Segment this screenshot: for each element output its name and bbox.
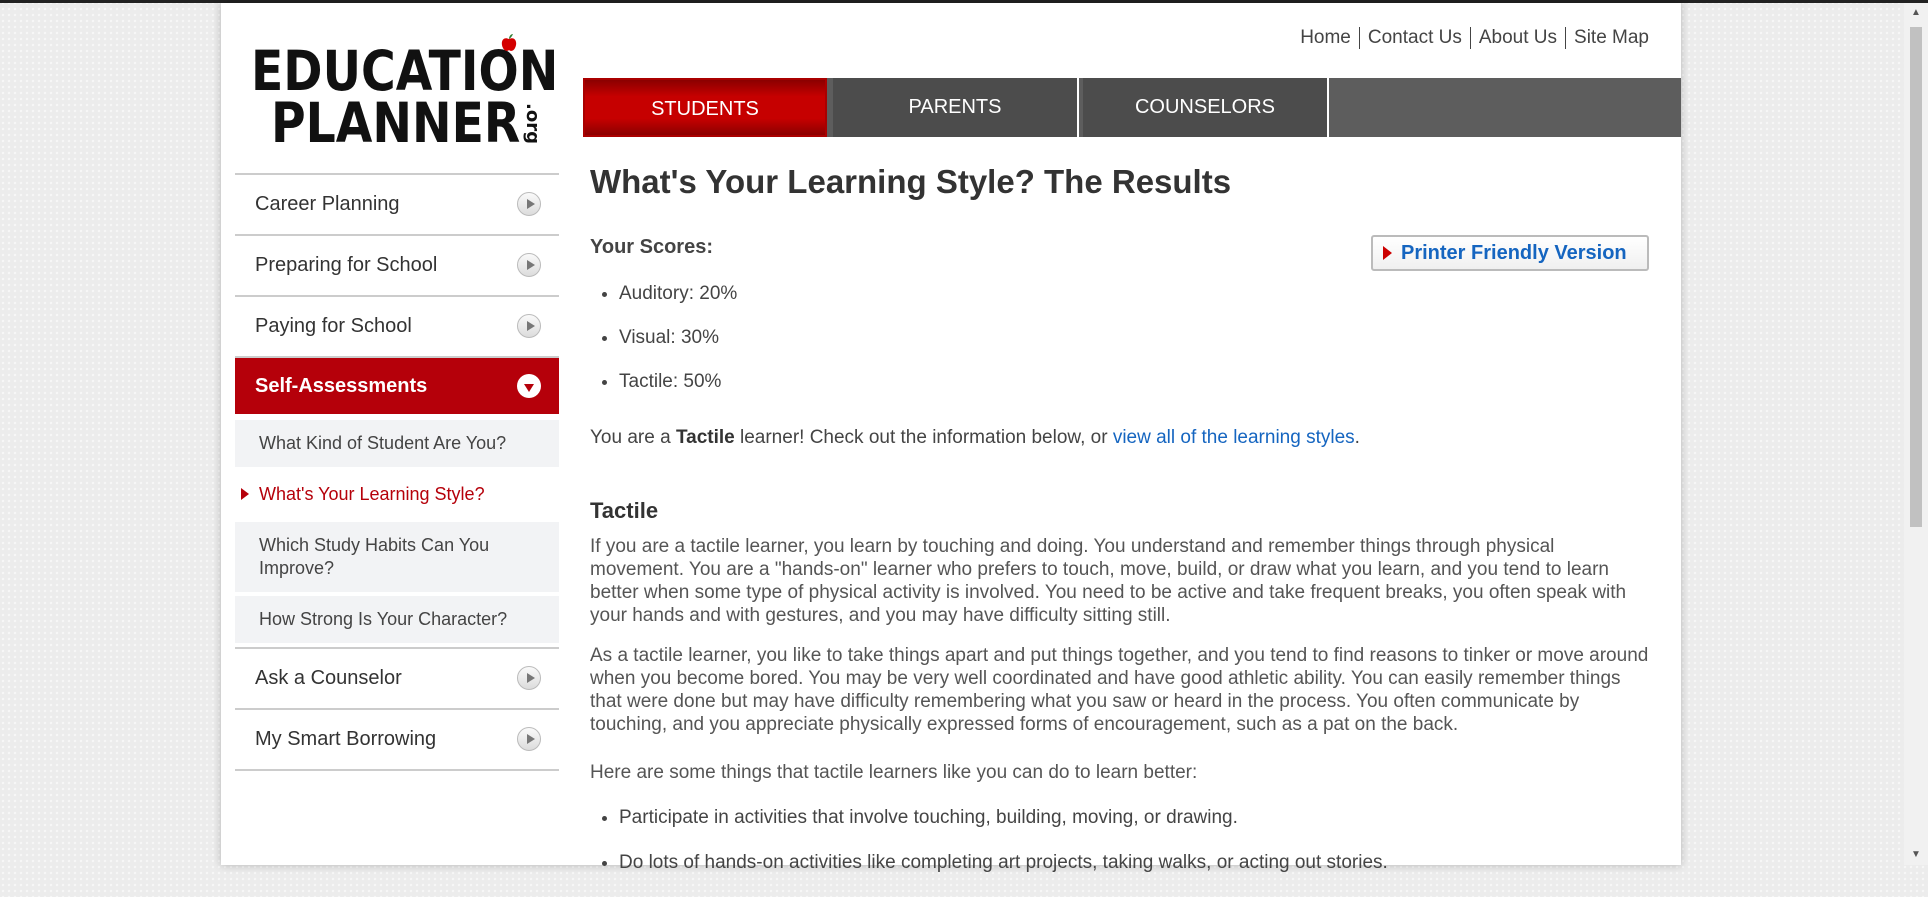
site-logo[interactable]: EDUCATION PLANNER .org <box>251 33 558 155</box>
scores-list: Auditory: 20% Visual: 30% Tactile: 50% <box>590 283 737 415</box>
sidebar-item-label: Ask a Counselor <box>255 667 402 689</box>
arrow-right-icon <box>1383 246 1392 260</box>
scroll-down-icon[interactable]: ▼ <box>1904 845 1928 865</box>
list-item: Do lots of hands-on activities like comp… <box>619 852 1388 897</box>
tips-list: Participate in activities that involve t… <box>590 807 1388 897</box>
submenu-item-study-habits[interactable]: Which Study Habits Can You Improve? <box>235 522 559 592</box>
score-auditory: Auditory: 20% <box>619 283 737 327</box>
submenu-item-student-type[interactable]: What Kind of Student Are You? <box>235 420 559 467</box>
audience-tab-bar: STUDENTS PARENTS COUNSELORS <box>583 78 1681 137</box>
page-container: EDUCATION PLANNER .org Home Contact Us Abo… <box>221 3 1681 873</box>
sidebar-item-smart-borrowing[interactable]: My Smart Borrowing <box>235 710 559 771</box>
sidebar-item-ask-a-counselor[interactable]: Ask a Counselor <box>235 647 559 710</box>
nav-link-about[interactable]: About Us <box>1471 27 1565 48</box>
page-title: What's Your Learning Style? The Results <box>590 163 1232 200</box>
sidebar-submenu: What Kind of Student Are You? What's You… <box>235 414 559 643</box>
sidebar-item-preparing-for-school[interactable]: Preparing for School <box>235 236 559 297</box>
printer-friendly-button[interactable]: Printer Friendly Version <box>1371 235 1649 271</box>
apple-icon <box>501 34 517 51</box>
sidebar-item-label: Career Planning <box>255 193 400 215</box>
arrow-right-icon <box>517 314 541 338</box>
section-title: Tactile <box>590 498 659 523</box>
result-prefix: You are a <box>590 427 676 448</box>
scroll-up-icon[interactable]: ▲ <box>1904 3 1928 23</box>
paragraph-traits: As a tactile learner, you like to take t… <box>590 645 1649 735</box>
tab-counselors[interactable]: COUNSELORS <box>1083 78 1329 137</box>
sidebar-item-label: Preparing for School <box>255 254 438 276</box>
main-content: What's Your Learning Style? The Results … <box>590 163 1670 873</box>
printer-button-label: Printer Friendly Version <box>1401 242 1627 264</box>
result-middle: learner! Check out the information below… <box>734 427 1113 448</box>
arrow-down-icon <box>517 374 541 398</box>
sidebar-item-label: My Smart Borrowing <box>255 728 437 750</box>
view-all-styles-link[interactable]: view all of the learning styles <box>1113 427 1355 448</box>
sidebar-item-label: Self-Assessments <box>255 375 428 397</box>
scores-label: Your Scores: <box>590 236 713 258</box>
logo-line-2: PLANNER <box>271 91 521 155</box>
result-style: Tactile <box>675 427 735 448</box>
sidebar-item-self-assessments[interactable]: Self-Assessments <box>235 358 559 414</box>
sidebar-item-career-planning[interactable]: Career Planning <box>235 173 559 236</box>
score-tactile: Tactile: 50% <box>619 371 737 415</box>
arrow-right-icon <box>517 253 541 277</box>
score-visual: Visual: 30% <box>619 327 737 371</box>
sidebar-item-paying-for-school[interactable]: Paying for School <box>235 297 559 358</box>
tab-parents[interactable]: PARENTS <box>833 78 1079 137</box>
result-statement: You are a Tactile learner! Check out the… <box>590 427 1360 449</box>
list-item: Participate in activities that involve t… <box>619 807 1388 852</box>
paragraph-description: If you are a tactile learner, you learn … <box>590 536 1627 626</box>
paragraph-intro-tips: Here are some things that tactile learne… <box>590 762 1198 783</box>
scrollbar-thumb[interactable] <box>1910 27 1922 527</box>
submenu-item-learning-style[interactable]: What's Your Learning Style? <box>235 471 559 518</box>
submenu-item-character[interactable]: How Strong Is Your Character? <box>235 596 559 643</box>
sidebar-nav: Career Planning Preparing for School Pay… <box>235 173 559 771</box>
utility-nav: Home Contact Us About Us Site Map <box>1292 27 1657 49</box>
arrow-right-icon <box>517 192 541 216</box>
arrow-right-icon <box>517 727 541 751</box>
nav-link-home[interactable]: Home <box>1292 27 1359 48</box>
nav-link-contact[interactable]: Contact Us <box>1360 27 1470 48</box>
arrow-right-icon <box>517 666 541 690</box>
sidebar-item-label: Paying for School <box>255 315 412 337</box>
logo-suffix: .org <box>522 103 543 144</box>
page-scrollbar[interactable]: ▲ ▼ <box>1904 3 1928 865</box>
nav-link-sitemap[interactable]: Site Map <box>1566 27 1657 48</box>
result-end: . <box>1354 427 1360 448</box>
tab-students[interactable]: STUDENTS <box>583 78 827 137</box>
